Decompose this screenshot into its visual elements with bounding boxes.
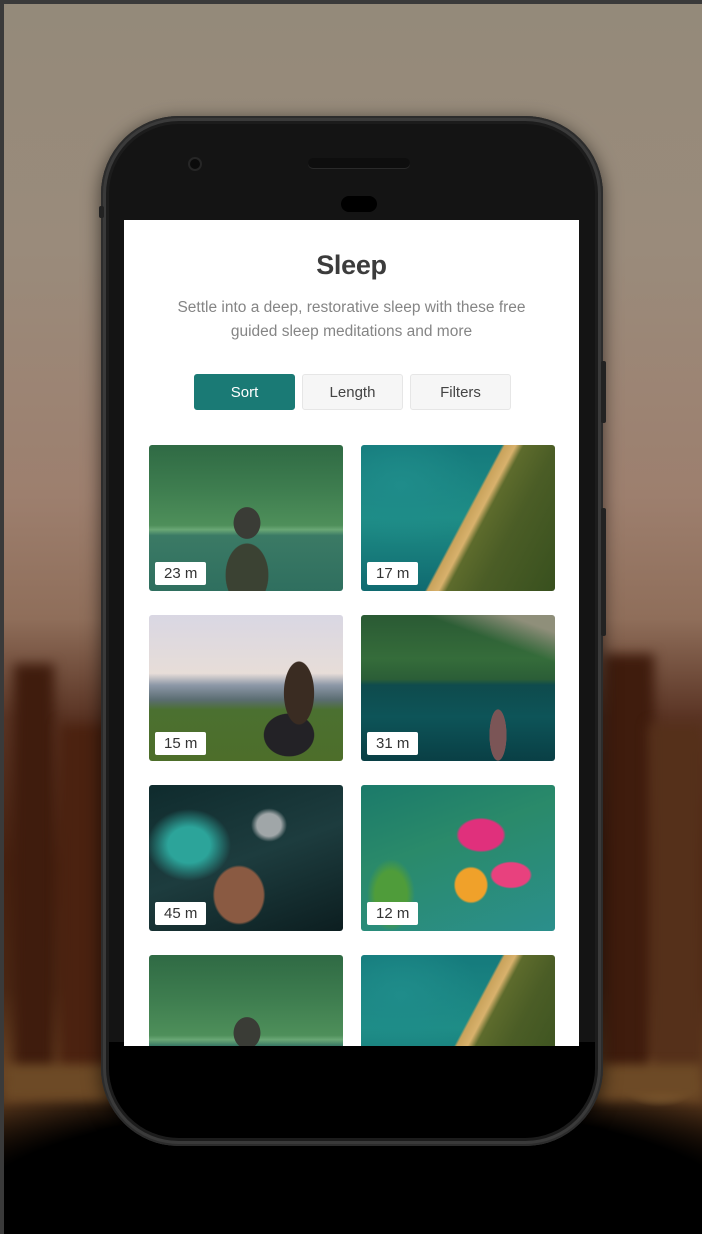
duration-badge: 17 m — [367, 562, 419, 585]
meditation-card[interactable]: 15 m — [149, 615, 343, 761]
meditation-card[interactable]: 31 m — [361, 615, 555, 761]
phone-power-button — [601, 508, 606, 636]
length-button[interactable]: Length — [302, 374, 403, 410]
duration-badge: 45 m — [155, 902, 207, 925]
earpiece-speaker — [308, 158, 410, 168]
meditation-card[interactable]: 45 m — [149, 785, 343, 931]
duration-badge: 15 m — [155, 732, 207, 755]
page-title: Sleep — [316, 250, 387, 280]
phone-side-button — [99, 206, 104, 218]
meditation-grid: 23 m 17 m 15 m 31 m 45 m 12 m — [149, 445, 555, 1046]
meditation-card[interactable]: 17 m — [361, 445, 555, 591]
proximity-sensor — [341, 196, 377, 212]
meditation-card[interactable]: 23 m — [149, 445, 343, 591]
duration-badge: 31 m — [367, 732, 419, 755]
meditation-card[interactable]: 12 m — [361, 785, 555, 931]
sort-button[interactable]: Sort — [194, 374, 295, 410]
filter-toolbar: Sort Length Filters — [194, 374, 511, 410]
background-building — [604, 654, 654, 1084]
duration-badge: 23 m — [155, 562, 207, 585]
page-subtitle: Settle into a deep, restorative sleep wi… — [177, 299, 526, 340]
phone-chin — [109, 1042, 595, 1138]
front-camera-icon — [188, 157, 202, 171]
filters-button[interactable]: Filters — [410, 374, 511, 410]
background-building — [649, 724, 702, 1084]
duration-badge: 12 m — [367, 902, 419, 925]
meditation-card[interactable] — [149, 955, 343, 1046]
phone-volume-button — [601, 361, 606, 423]
app-screen: Sleep Settle into a deep, restorative sl… — [124, 220, 579, 1046]
background-building — [14, 664, 54, 1084]
meditation-card[interactable] — [361, 955, 555, 1046]
